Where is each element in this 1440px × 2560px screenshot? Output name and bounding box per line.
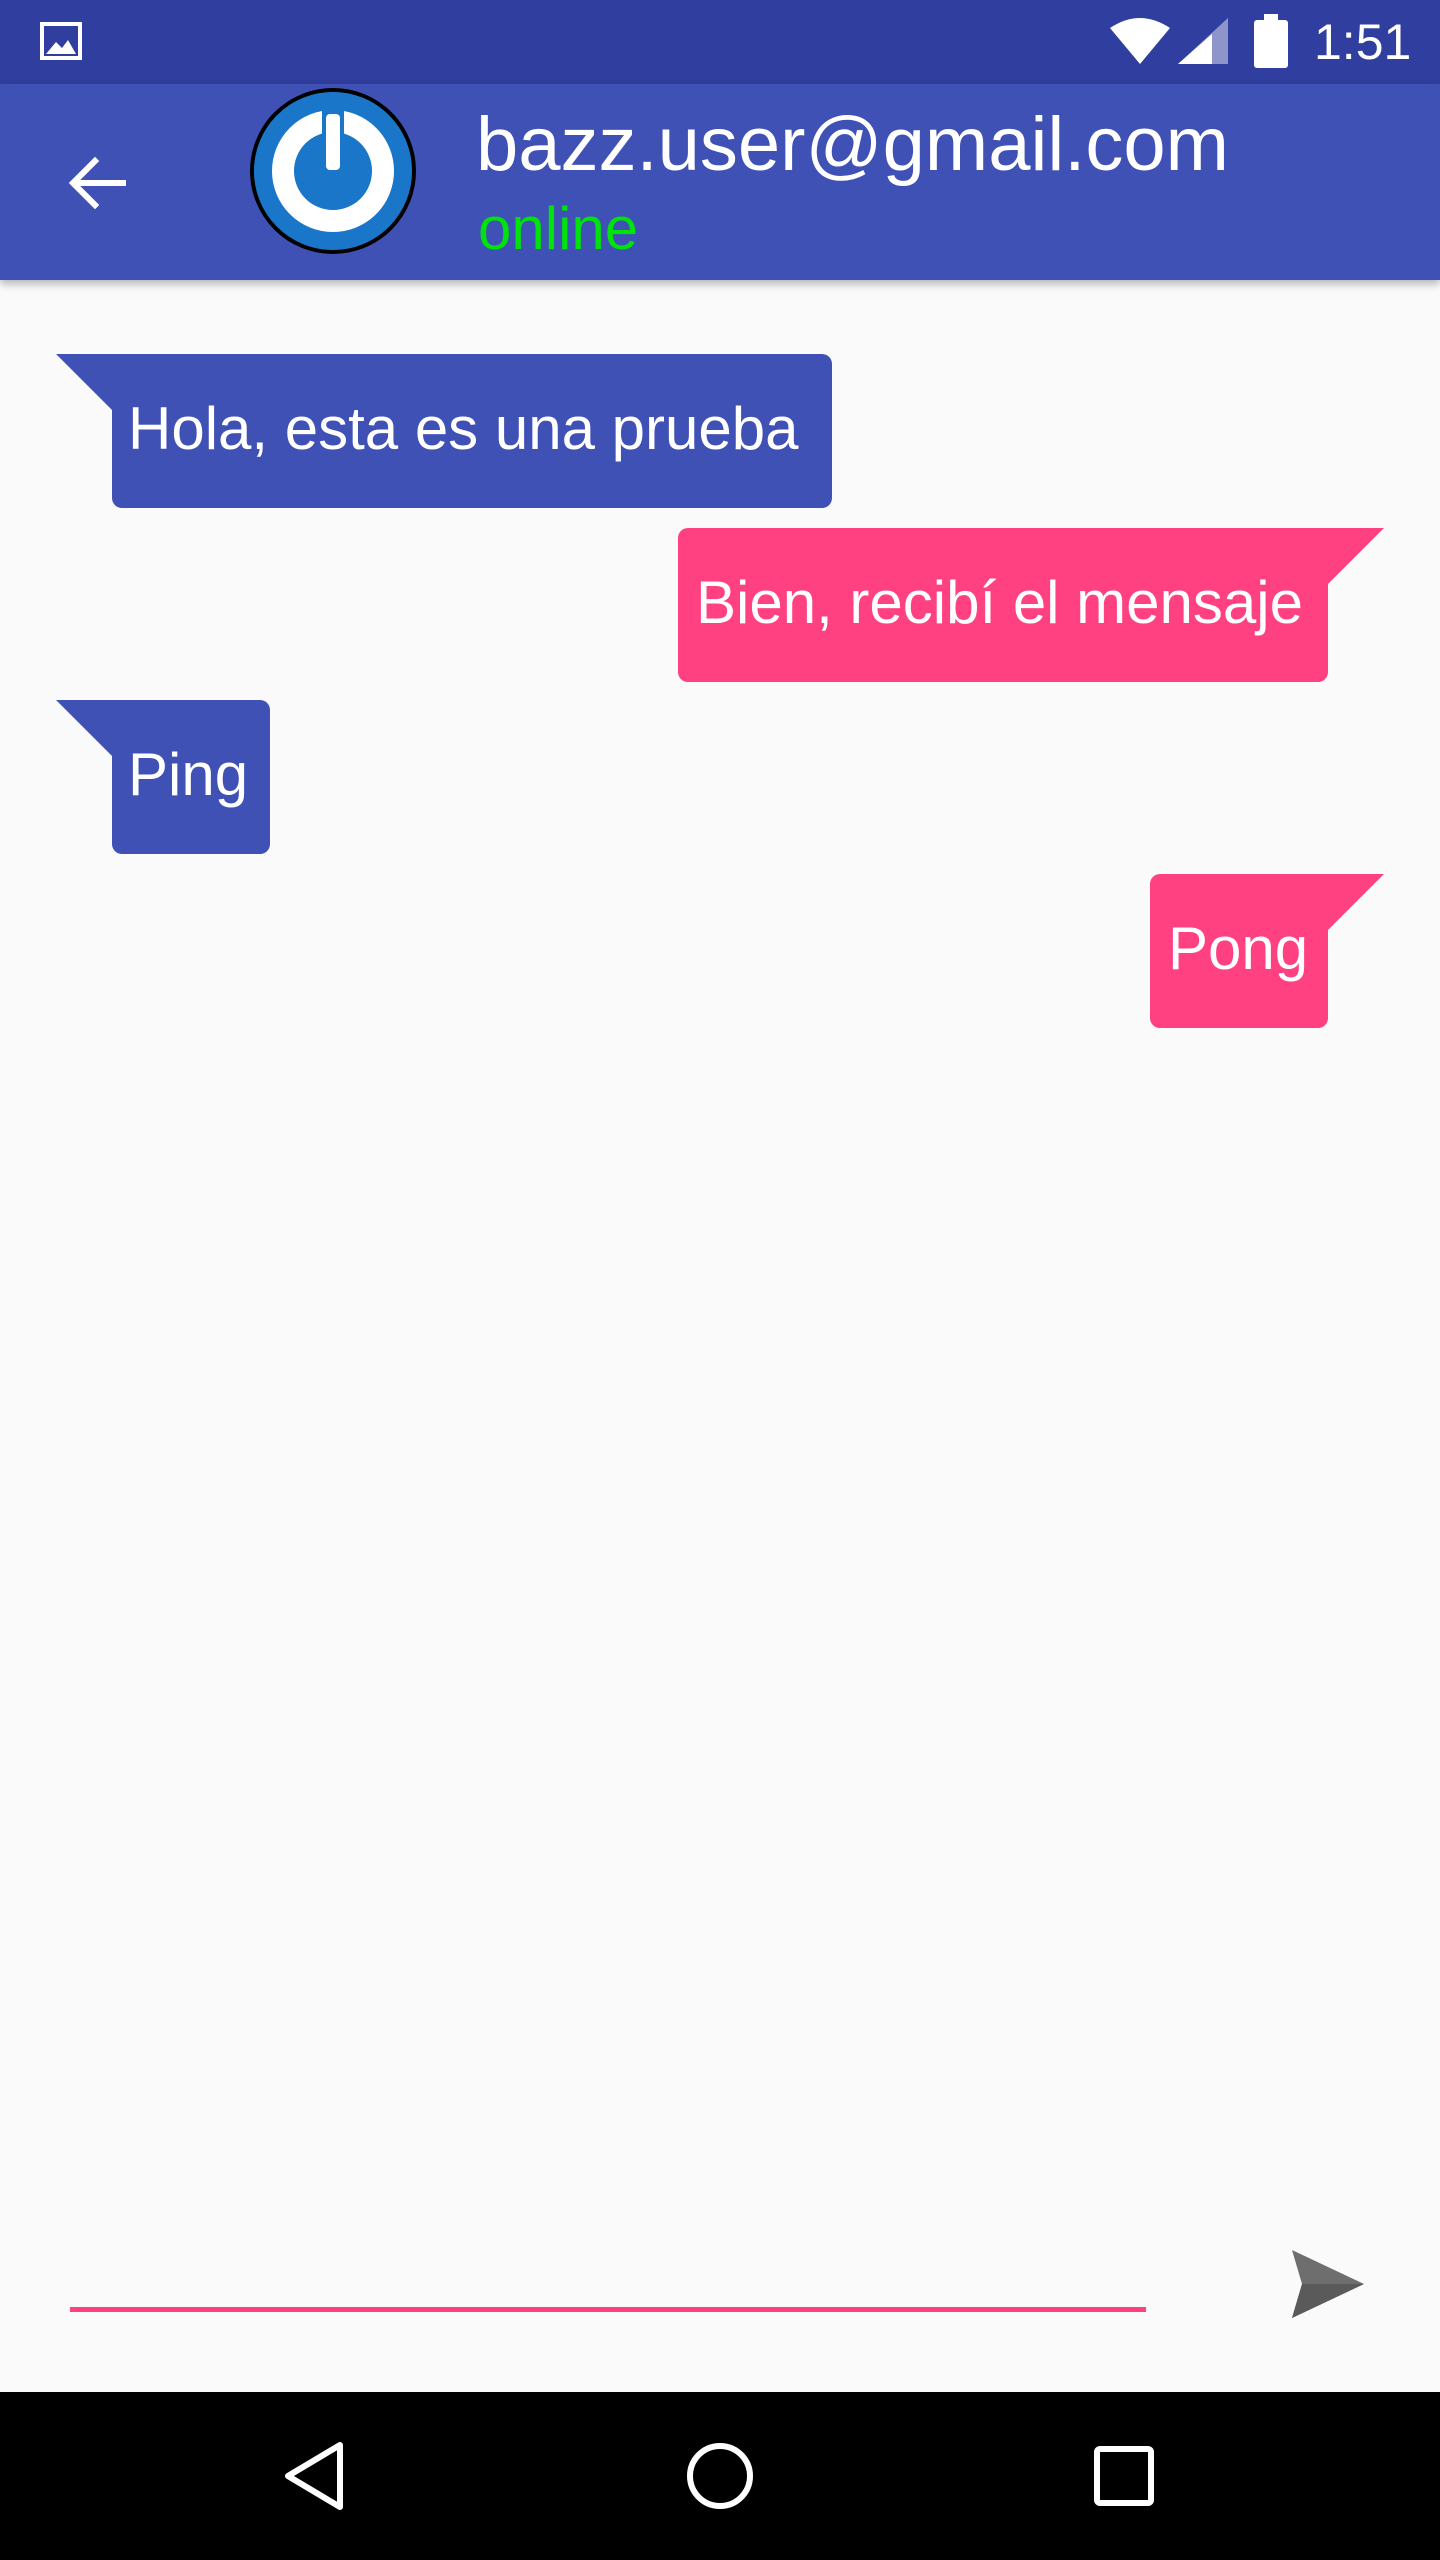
bubble-tail: [56, 700, 112, 756]
battery-icon: [1254, 14, 1288, 73]
contact-status: online: [478, 195, 639, 262]
contact-name: bazz.user@gmail.com: [476, 102, 1229, 187]
message-text: Hola, esta es una prueba: [128, 395, 799, 462]
bubble-tail: [1328, 874, 1384, 930]
wifi-icon: [1108, 16, 1172, 71]
bubble-tail: [56, 354, 112, 410]
bubble-tail: [1328, 528, 1384, 584]
gallery-icon: [40, 22, 82, 65]
message-text: Ping: [128, 741, 249, 808]
back-button[interactable]: [52, 138, 142, 228]
signal-icon: [1176, 16, 1230, 71]
message-bubble-incoming[interactable]: Hola, esta es una prueba: [56, 354, 832, 508]
nav-back-button[interactable]: [264, 2426, 364, 2526]
back-triangle-icon: [285, 2442, 343, 2510]
navigation-bar: [0, 2392, 1440, 2560]
nav-home-button[interactable]: [670, 2426, 770, 2526]
app-bar: bazz.user@gmail.com online: [0, 84, 1440, 280]
message-bubble-outgoing[interactable]: Pong: [1150, 874, 1384, 1028]
message-bubble-outgoing[interactable]: Bien, recibí el mensaje: [678, 528, 1384, 682]
message-text: Bien, recibí el mensaje: [696, 569, 1303, 636]
status-time: 1:51: [1314, 14, 1412, 70]
message-bubble-incoming[interactable]: Ping: [56, 700, 270, 854]
recents-square-icon: [1094, 2446, 1154, 2506]
send-icon: [1292, 2250, 1364, 2318]
power-icon: [254, 92, 412, 250]
status-bar: 1:51: [0, 0, 1440, 84]
arrow-left-icon: [68, 156, 126, 210]
avatar[interactable]: [250, 88, 416, 254]
home-circle-icon: [687, 2443, 753, 2509]
send-button[interactable]: [1280, 2236, 1376, 2332]
message-input[interactable]: [70, 2228, 1146, 2312]
nav-recents-button[interactable]: [1074, 2426, 1174, 2526]
message-text: Pong: [1168, 915, 1309, 982]
